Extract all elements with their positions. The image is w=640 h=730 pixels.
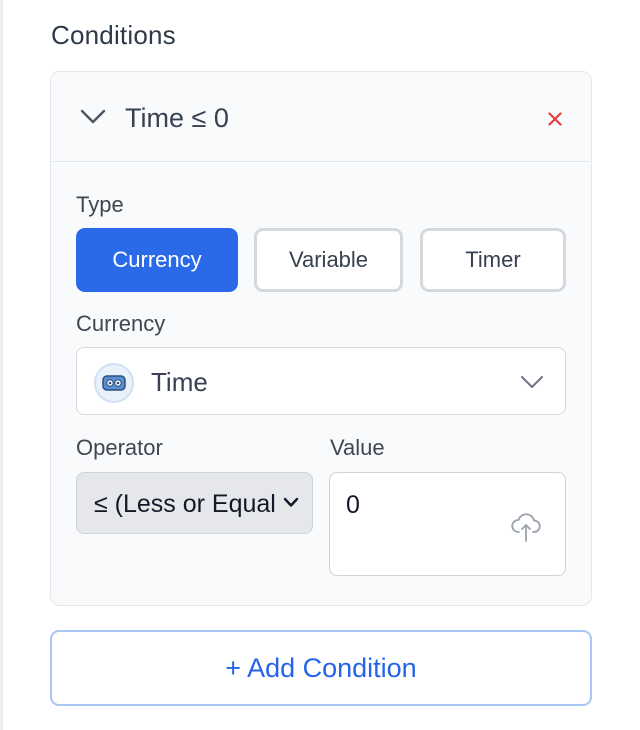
chevron-down-icon bbox=[283, 497, 299, 507]
operator-label: Operator bbox=[76, 435, 163, 460]
condition-card: Time ≤ 0 Type Currency Variable Timer Cu… bbox=[50, 71, 592, 606]
currency-select-value: Time bbox=[151, 367, 208, 397]
section-title: Conditions bbox=[51, 20, 176, 50]
value-label: Value bbox=[330, 435, 385, 460]
type-variable-button[interactable]: Variable bbox=[254, 228, 403, 292]
currency-select[interactable]: Time bbox=[76, 347, 566, 415]
panel-left-border bbox=[0, 0, 3, 730]
value-input-text[interactable]: 0 bbox=[346, 491, 360, 520]
condition-title: Time ≤ 0 bbox=[125, 103, 229, 133]
currency-label: Currency bbox=[76, 311, 166, 336]
add-condition-button[interactable]: + Add Condition bbox=[50, 630, 592, 706]
type-label: Type bbox=[76, 192, 124, 217]
type-timer-button[interactable]: Timer bbox=[420, 228, 566, 292]
operator-select-value: ≤ (Less or Equal) bbox=[94, 490, 276, 518]
operator-select[interactable]: ≤ (Less or Equal) bbox=[76, 472, 313, 534]
upload-icon[interactable] bbox=[511, 511, 541, 543]
type-currency-button[interactable]: Currency bbox=[76, 228, 238, 292]
chevron-down-icon[interactable] bbox=[80, 109, 106, 125]
close-icon[interactable] bbox=[548, 112, 562, 126]
currency-avatar-icon bbox=[94, 363, 134, 403]
value-input[interactable]: 0 bbox=[329, 472, 566, 576]
chevron-down-icon bbox=[521, 376, 543, 388]
condition-header[interactable]: Time ≤ 0 bbox=[51, 72, 590, 162]
